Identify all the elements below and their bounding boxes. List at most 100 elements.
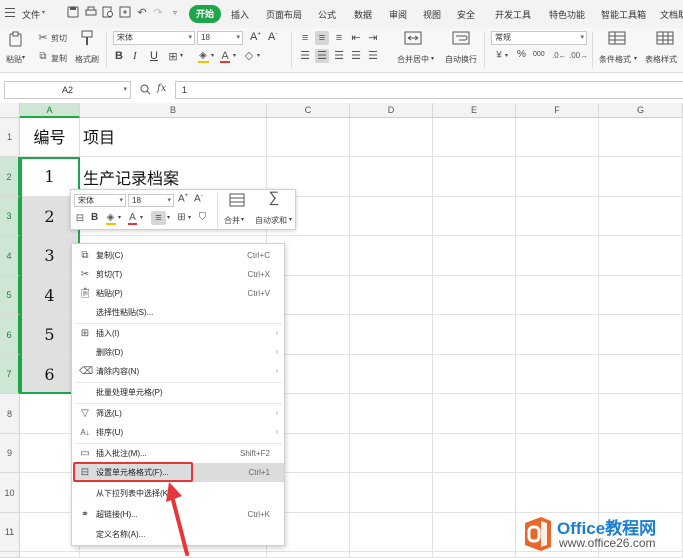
- row-header-10[interactable]: 10: [0, 473, 20, 513]
- grid-cell[interactable]: [433, 157, 516, 197]
- tab-insert[interactable]: 插入: [231, 8, 249, 21]
- mini-font-name-select[interactable]: 宋体 ▾: [74, 194, 126, 207]
- copy-icon[interactable]: ⧉: [37, 50, 49, 64]
- row-header-2[interactable]: 2: [0, 157, 20, 197]
- chevron-down-icon[interactable]: ▾: [118, 214, 121, 221]
- grid-cell[interactable]: [516, 197, 599, 236]
- underline-button[interactable]: U: [150, 50, 158, 62]
- decrease-font-size-icon[interactable]: A-: [194, 193, 203, 204]
- context-item-clear-contents[interactable]: ⌫ 清除内容(N) ›: [73, 362, 284, 381]
- tab-view[interactable]: 视图: [423, 8, 441, 21]
- format-painter-icon[interactable]: ⛉: [196, 211, 209, 225]
- autosum-button[interactable]: 自动求和: [255, 215, 287, 226]
- grid-cell[interactable]: [350, 434, 433, 473]
- chevron-down-icon[interactable]: ▾: [289, 216, 292, 223]
- chevron-down-icon[interactable]: ▾: [505, 52, 508, 59]
- increase-font-size-icon[interactable]: A+: [250, 31, 261, 43]
- row-header-9[interactable]: 9: [0, 434, 20, 473]
- font-color-icon[interactable]: A: [218, 49, 232, 63]
- grid-cell[interactable]: [350, 355, 433, 394]
- row-header-3[interactable]: 3: [0, 197, 20, 236]
- context-item-paste-special[interactable]: 选择性粘贴(S)...: [73, 303, 284, 322]
- conditional-format-icon[interactable]: [608, 30, 626, 48]
- grid-cell[interactable]: [433, 434, 516, 473]
- tab-smart-toolbox[interactable]: 智能工具箱: [601, 8, 646, 21]
- grid-cell[interactable]: [516, 118, 599, 157]
- merge-button[interactable]: 合并: [224, 215, 240, 226]
- grid-cell[interactable]: [516, 473, 599, 513]
- print-preview-icon[interactable]: [101, 6, 115, 20]
- justify-icon[interactable]: ☰: [349, 49, 363, 63]
- autosum-icon[interactable]: ∑: [265, 190, 283, 205]
- column-header-f[interactable]: F: [516, 103, 599, 118]
- merge-center-icon[interactable]: [404, 30, 422, 48]
- number-format-select[interactable]: 常规 ▾: [491, 31, 587, 45]
- grid-cell[interactable]: [599, 355, 683, 394]
- table-style-button[interactable]: 表格样式: [645, 54, 677, 65]
- italic-button[interactable]: I: [133, 50, 137, 62]
- chevron-down-icon[interactable]: ▾: [140, 214, 143, 221]
- grid-cell[interactable]: [516, 236, 599, 276]
- chevron-down-icon[interactable]: ▾: [257, 52, 260, 59]
- scissors-icon[interactable]: ✂: [37, 31, 49, 45]
- grid-cell[interactable]: [433, 473, 516, 513]
- align-top-icon[interactable]: ≡: [298, 31, 312, 45]
- chevron-down-icon[interactable]: ▾: [431, 55, 434, 62]
- fill-color-icon[interactable]: ◈: [104, 211, 117, 225]
- grid-cell[interactable]: [516, 315, 599, 355]
- format-painter-icon[interactable]: [79, 30, 95, 48]
- tab-review[interactable]: 审阅: [389, 8, 407, 21]
- grid-cell[interactable]: [267, 118, 350, 157]
- chevron-down-icon[interactable]: ▾: [211, 52, 214, 59]
- align-middle-icon[interactable]: ≡: [315, 31, 329, 45]
- thousands-button[interactable]: 000: [533, 51, 545, 58]
- indent-increase-icon[interactable]: ⇥: [366, 31, 380, 45]
- merge-center-button[interactable]: 合并居中: [397, 54, 429, 65]
- grid-cell[interactable]: [516, 276, 599, 315]
- column-header-b[interactable]: B: [80, 103, 267, 118]
- grid-cell[interactable]: [599, 315, 683, 355]
- grid-cell[interactable]: [433, 236, 516, 276]
- font-size-select[interactable]: 18 ▾: [197, 31, 243, 45]
- wrap-text-icon[interactable]: [452, 30, 470, 48]
- clear-format-icon[interactable]: ◇: [242, 49, 256, 63]
- merge-cells-icon[interactable]: ⊟: [74, 212, 86, 226]
- grid-cell[interactable]: [599, 473, 683, 513]
- chevron-down-icon[interactable]: ▾: [233, 52, 236, 59]
- grid-cell[interactable]: [350, 394, 433, 434]
- save-icon[interactable]: [66, 6, 80, 20]
- chevron-down-icon[interactable]: ▾: [22, 54, 25, 61]
- grid-cell[interactable]: [350, 315, 433, 355]
- grid-cell[interactable]: [433, 315, 516, 355]
- context-item-insert[interactable]: ⊞ 插入(I) ›: [73, 324, 284, 343]
- cut-button[interactable]: 剪切: [51, 33, 67, 44]
- grid-cell[interactable]: [350, 197, 433, 236]
- grid-cell[interactable]: [433, 355, 516, 394]
- column-header-a[interactable]: A: [20, 103, 80, 118]
- currency-icon[interactable]: ¥: [493, 49, 505, 63]
- grid-cell[interactable]: [350, 473, 433, 513]
- row-header-7[interactable]: 7: [0, 355, 20, 394]
- tab-developer[interactable]: 开发工具: [495, 8, 531, 21]
- merge-icon[interactable]: [228, 193, 246, 210]
- column-header-d[interactable]: D: [350, 103, 433, 118]
- mini-font-size-select[interactable]: 18 ▾: [128, 194, 174, 207]
- zoom-icon[interactable]: [140, 84, 151, 97]
- grid-cell[interactable]: [350, 552, 433, 558]
- select-all-corner[interactable]: [0, 103, 20, 118]
- grid-cell[interactable]: [433, 394, 516, 434]
- align-right-icon[interactable]: ☰: [332, 49, 346, 63]
- formula-input[interactable]: 1: [175, 81, 683, 99]
- decrease-decimal-icon[interactable]: .00→: [569, 49, 588, 63]
- undo-icon[interactable]: ↶: [135, 6, 149, 20]
- paste-button[interactable]: 粘贴: [6, 54, 22, 65]
- redo-icon[interactable]: ↷: [151, 6, 165, 20]
- borders-icon[interactable]: ⊞: [166, 50, 180, 64]
- grid-cell[interactable]: [433, 552, 516, 558]
- grid-cell[interactable]: [599, 118, 683, 157]
- bold-button[interactable]: B: [115, 50, 123, 62]
- file-menu[interactable]: 文件: [22, 8, 40, 21]
- name-box[interactable]: A2 ▾: [4, 81, 131, 99]
- align-left-icon[interactable]: ☰: [298, 49, 312, 63]
- grid-cell[interactable]: [599, 434, 683, 473]
